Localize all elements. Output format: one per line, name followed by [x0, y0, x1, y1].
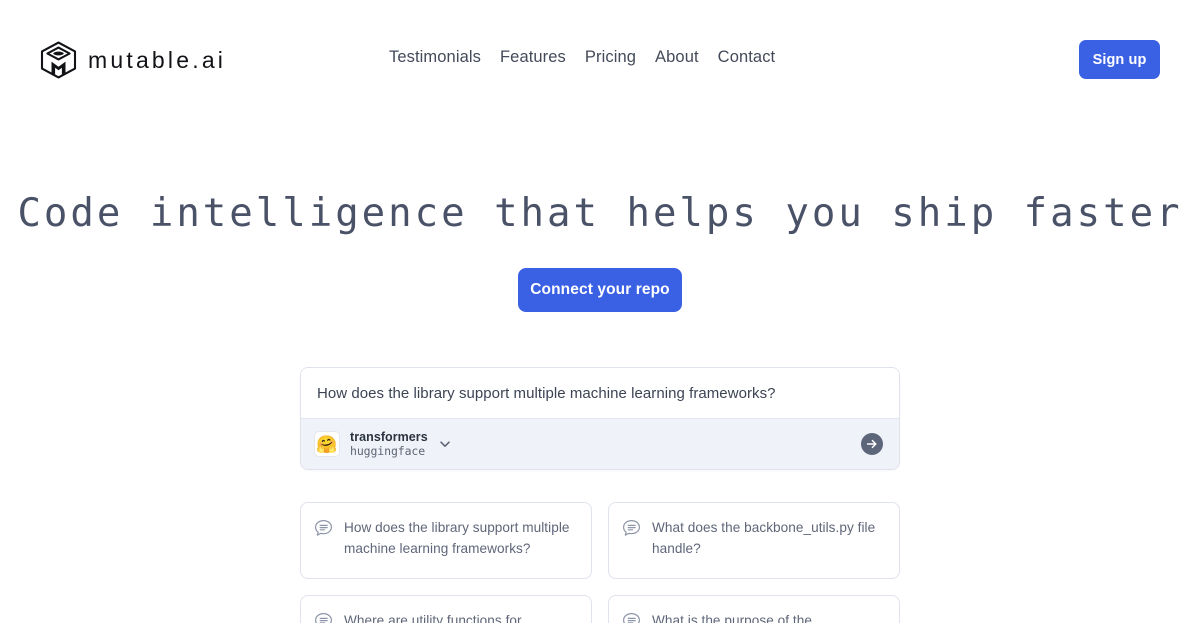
- connect-repo-button[interactable]: Connect your repo: [518, 268, 682, 312]
- query-card: 🤗 transformers huggingface: [300, 367, 900, 470]
- repo-selector-row: 🤗 transformers huggingface: [301, 418, 899, 469]
- suggestion-text: Where are utility functions for: [344, 613, 522, 623]
- suggestion-card[interactable]: Where are utility functions for: [300, 595, 592, 623]
- chat-bubble-lines-icon: [623, 613, 640, 623]
- suggested-questions-grid: How does the library support multiple ma…: [300, 502, 900, 623]
- sign-up-button[interactable]: Sign up: [1079, 40, 1160, 79]
- nav-item-pricing[interactable]: Pricing: [585, 48, 636, 67]
- nav-item-testimonials[interactable]: Testimonials: [389, 48, 481, 67]
- chat-bubble-lines-icon: [623, 520, 640, 536]
- repo-owner: huggingface: [350, 443, 426, 458]
- suggestion-card[interactable]: How does the library support multiple ma…: [300, 502, 592, 579]
- huggingface-hugging-face-emoji-icon: 🤗: [314, 431, 340, 457]
- query-input[interactable]: [317, 384, 883, 402]
- suggestion-text: What is the purpose of the: [652, 613, 812, 623]
- main-nav: Testimonials Features Pricing About Cont…: [389, 48, 775, 67]
- suggestion-card[interactable]: What is the purpose of the: [608, 595, 900, 623]
- site-header: mutable.ai Testimonials Features Pricing…: [0, 0, 1200, 118]
- brand-logo[interactable]: mutable.ai: [40, 40, 226, 80]
- chevron-down-icon[interactable]: [438, 437, 452, 451]
- chat-bubble-lines-icon: [315, 613, 332, 623]
- chat-bubble-lines-icon: [315, 520, 332, 536]
- nav-item-features[interactable]: Features: [500, 48, 566, 67]
- suggestion-text: What does the backbone_utils.py file han…: [652, 520, 876, 556]
- submit-query-button[interactable]: [861, 433, 883, 455]
- landing-page: mutable.ai Testimonials Features Pricing…: [0, 0, 1200, 623]
- repo-name: transformers: [350, 430, 428, 445]
- page-title: Code intelligence that helps you ship fa…: [17, 191, 1183, 236]
- repo-avatar-glyph: 🤗: [316, 434, 338, 454]
- suggestion-text: How does the library support multiple ma…: [344, 520, 570, 556]
- brand-name: mutable.ai: [88, 46, 227, 73]
- query-input-row: [301, 368, 899, 418]
- mutable-cube-logo-icon: [40, 41, 77, 79]
- arrow-right-circle-icon: [861, 433, 883, 455]
- nav-item-about[interactable]: About: [655, 48, 699, 67]
- nav-item-contact[interactable]: Contact: [718, 48, 776, 67]
- suggestion-card[interactable]: What does the backbone_utils.py file han…: [608, 502, 900, 579]
- repo-identity: transformers huggingface: [350, 430, 428, 458]
